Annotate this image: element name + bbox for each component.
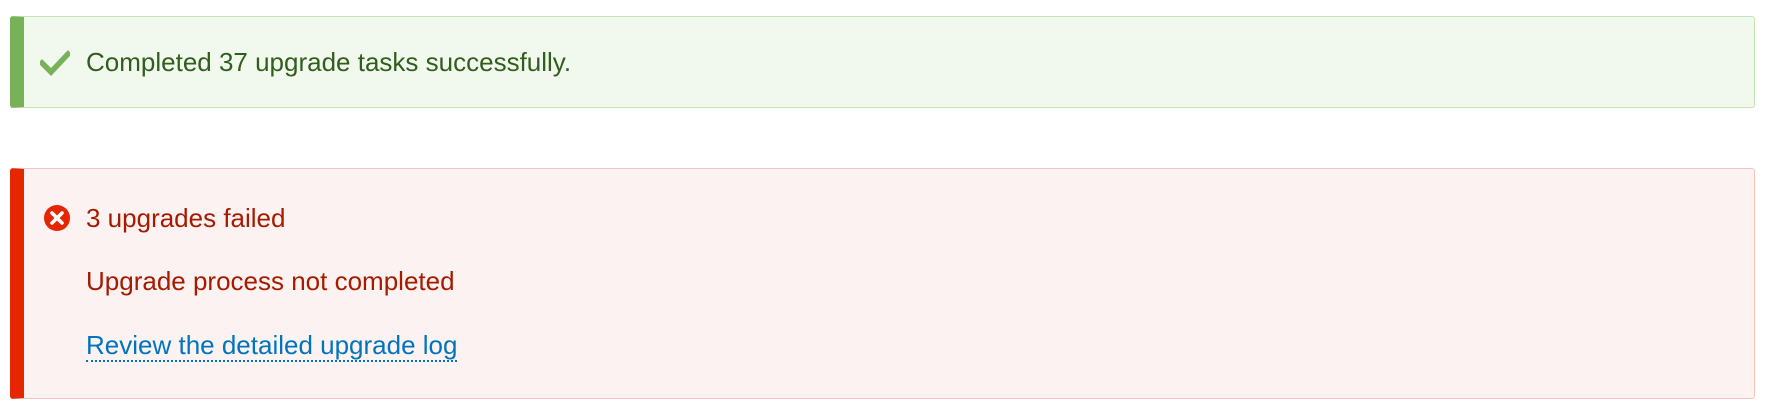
checkmark-icon [38, 50, 72, 76]
error-message-title: 3 upgrades failed [86, 203, 286, 233]
error-message-detail: Upgrade process not completed [86, 266, 455, 296]
error-message: 3 upgrades failed Upgrade process not co… [10, 168, 1755, 399]
success-message: Completed 37 upgrade tasks successfully. [10, 16, 1755, 108]
error-x-icon [43, 204, 71, 232]
upgrade-log-link[interactable]: Review the detailed upgrade log [86, 330, 458, 362]
success-message-text: Completed 37 upgrade tasks successfully. [86, 47, 572, 77]
